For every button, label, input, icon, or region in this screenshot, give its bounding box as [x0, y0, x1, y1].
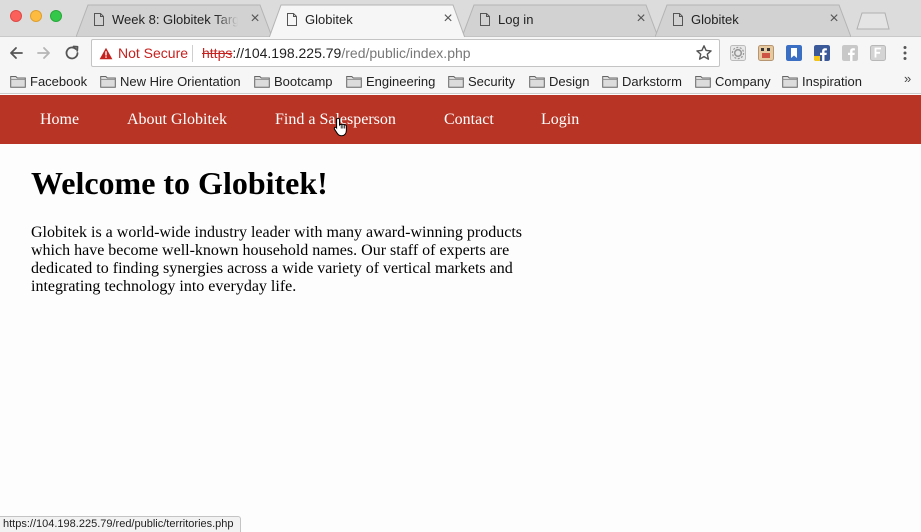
close-tab-icon[interactable]: ×	[441, 11, 455, 27]
bookmark-inspiration[interactable]: Inspiration	[782, 72, 862, 90]
reload-icon[interactable]	[62, 43, 82, 63]
bookmark-label: New Hire Orientation	[120, 73, 241, 89]
nav-link-contact[interactable]: Contact	[444, 110, 494, 129]
folder-icon	[100, 75, 116, 88]
bookmark-company[interactable]: Company	[695, 72, 771, 90]
url-path: /red/public/index.php	[341, 45, 471, 61]
pocket-extension-icon[interactable]	[758, 45, 774, 61]
tab-title: Log in	[498, 12, 534, 27]
bookmark-label: Design	[549, 73, 590, 89]
bookmark-label: Company	[715, 73, 771, 89]
close-tab-icon[interactable]: ×	[634, 11, 648, 27]
warning-icon	[99, 47, 113, 60]
page-icon	[94, 13, 104, 26]
folder-icon	[448, 75, 464, 88]
bookmark-label: Bootcamp	[274, 73, 333, 89]
bookmarks-overflow-button[interactable]: »	[904, 71, 911, 86]
page-icon	[287, 13, 297, 26]
tab-week8-globitek-targets[interactable]: Week 8: Globitek Targets ×	[76, 4, 272, 37]
nav-link-about[interactable]: About Globitek	[127, 110, 227, 129]
settings-extension-icon[interactable]	[730, 45, 746, 61]
bookmark-bootcamp[interactable]: Bootcamp	[254, 72, 333, 90]
close-tab-icon[interactable]: ×	[248, 11, 262, 27]
bookmark-label: Security	[468, 73, 515, 89]
address-bar[interactable]: Not Secure https://104.198.225.79/red/pu…	[91, 39, 720, 67]
nav-link-login[interactable]: Login	[541, 110, 579, 129]
bookmark-star-icon[interactable]	[695, 44, 713, 62]
security-status-label[interactable]: Not Secure	[118, 45, 188, 62]
folder-icon	[782, 75, 798, 88]
page-icon	[673, 13, 683, 26]
tab-title: Globitek	[305, 12, 353, 27]
bookmark-facebook[interactable]: Facebook	[10, 72, 87, 90]
bookmark-extension-icon[interactable]	[786, 45, 802, 61]
nav-link-home[interactable]: Home	[40, 110, 79, 129]
url-scheme: https	[202, 45, 233, 61]
folder-icon	[10, 75, 26, 88]
browser-toolbar: Not Secure https://104.198.225.79/red/pu…	[0, 37, 921, 68]
facebook-gray-extension-icon[interactable]	[842, 45, 858, 61]
more-menu-icon[interactable]	[902, 44, 908, 62]
folder-icon	[254, 75, 270, 88]
f-extension-icon[interactable]	[870, 45, 886, 61]
bookmark-darkstorm[interactable]: Darkstorm	[602, 72, 682, 90]
close-tab-icon[interactable]: ×	[827, 11, 841, 27]
tab-log-in[interactable]: Log in ×	[462, 4, 658, 37]
tab-globitek-active[interactable]: Globitek ×	[269, 4, 465, 38]
status-bar-url: https://104.198.225.79/red/public/territ…	[0, 516, 241, 532]
bookmark-label: Inspiration	[802, 73, 862, 89]
facebook-extension-icon[interactable]	[814, 45, 830, 61]
folder-icon	[529, 75, 545, 88]
intro-paragraph: Globitek is a world-wide industry leader…	[31, 224, 522, 295]
tab-title: Week 8: Globitek Targets	[112, 12, 238, 27]
forward-arrow-icon[interactable]	[34, 43, 54, 63]
back-arrow-icon[interactable]	[6, 43, 26, 63]
address-divider	[192, 45, 193, 62]
maximize-window-button[interactable]	[50, 10, 62, 22]
bookmark-label: Facebook	[30, 73, 88, 89]
bookmark-design[interactable]: Design	[529, 72, 589, 90]
folder-icon	[602, 75, 618, 88]
new-tab-button[interactable]	[856, 12, 890, 30]
tab-title: Globitek	[691, 12, 739, 27]
bookmark-label: Engineering	[366, 73, 436, 89]
tab-globitek-2[interactable]: Globitek ×	[655, 4, 851, 37]
close-window-button[interactable]	[10, 10, 22, 22]
url-text[interactable]: https://104.198.225.79/red/public/index.…	[202, 45, 471, 62]
url-host: ://104.198.225.79	[232, 45, 342, 61]
page-icon	[480, 13, 490, 26]
bookmark-new-hire-orientation[interactable]: New Hire Orientation	[100, 72, 241, 90]
folder-icon	[695, 75, 711, 88]
bookmarks-bar: Facebook New Hire Orientation Bootcamp E…	[0, 68, 921, 94]
folder-icon	[346, 75, 362, 88]
bookmark-engineering[interactable]: Engineering	[346, 72, 435, 90]
hand-cursor-icon	[333, 117, 347, 137]
bookmark-security[interactable]: Security	[448, 72, 515, 90]
minimize-window-button[interactable]	[30, 10, 42, 22]
page-title: Welcome to Globitek!	[31, 165, 328, 201]
tab-strip: Week 8: Globitek Targets × Log in × Glob…	[0, 0, 921, 38]
site-navbar: Home About Globitek Find a Salesperson C…	[0, 95, 921, 144]
bookmark-label: Darkstorm	[622, 73, 682, 89]
